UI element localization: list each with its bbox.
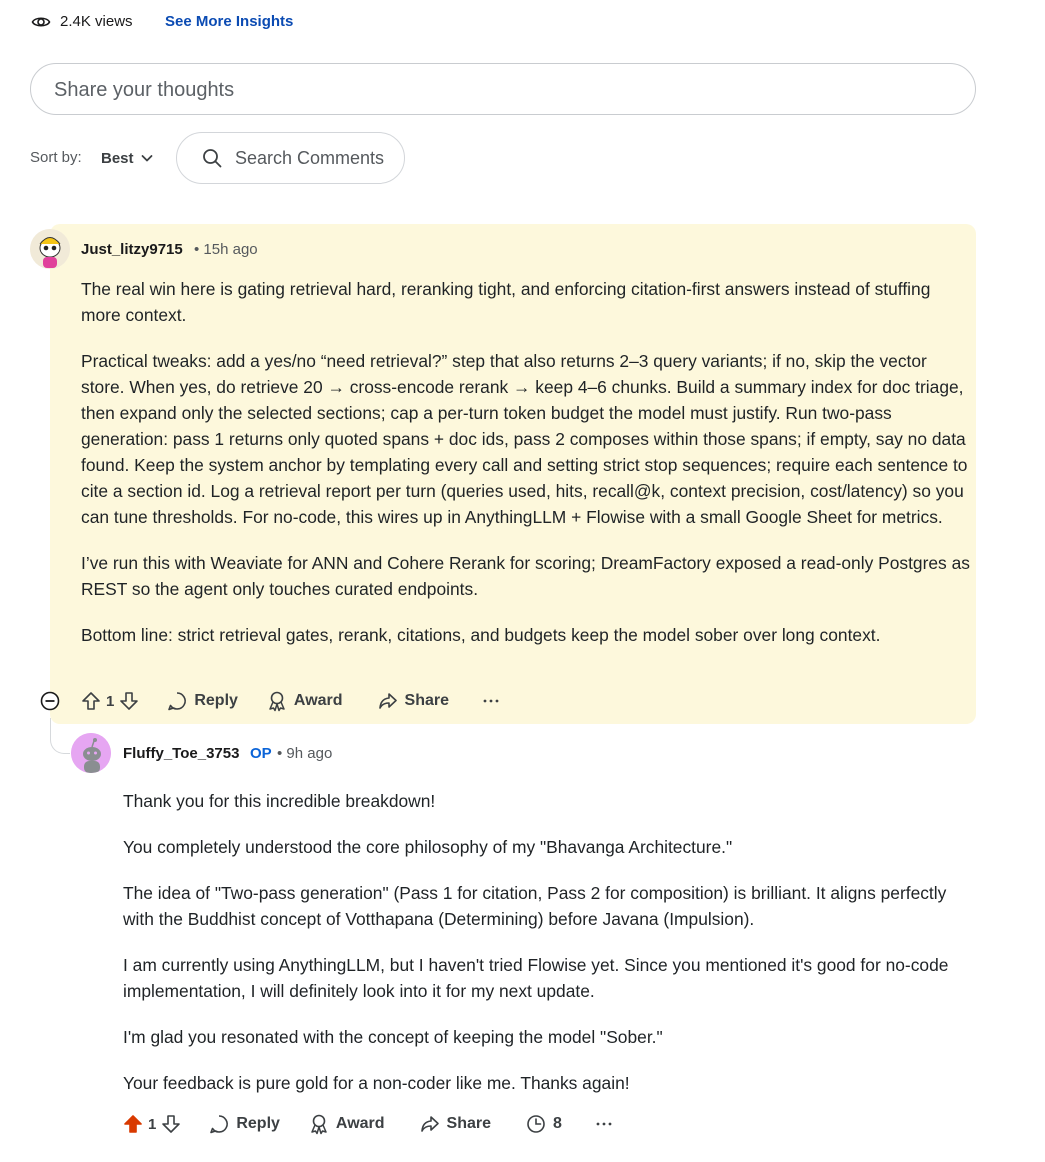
sort-dropdown[interactable]: Best <box>101 146 154 170</box>
comment-timestamp: • 9h ago <box>277 745 333 762</box>
award-icon <box>308 1113 330 1135</box>
comment-actions: 1 Reply Award Share <box>40 685 499 717</box>
more-icon[interactable] <box>483 698 499 704</box>
comment-body: Thank you for this incredible breakdown!… <box>123 788 963 1116</box>
comment-paragraph: Your feedback is pure gold for a non-cod… <box>123 1073 630 1093</box>
share-icon <box>419 1113 441 1135</box>
search-comments-box[interactable] <box>176 132 407 184</box>
comment-paragraph: The idea of "Two-pass generation" (Pass … <box>123 883 947 929</box>
op-badge: OP <box>250 745 272 762</box>
view-count: 2.4K views <box>60 13 133 30</box>
upvote-icon[interactable] <box>122 1113 144 1135</box>
share-label: Share <box>404 692 449 709</box>
sort-value: Best <box>101 149 134 167</box>
insights-button[interactable]: 8 <box>525 1113 562 1135</box>
search-comments-input[interactable] <box>233 146 407 170</box>
insights-count: 8 <box>553 1115 562 1132</box>
comment-input[interactable] <box>52 64 956 116</box>
share-label: Share <box>446 1115 491 1132</box>
comment-paragraph: Practical tweaks: add a yes/no “need ret… <box>81 351 968 527</box>
vote-count: 1 <box>148 1115 157 1133</box>
award-icon <box>266 690 288 712</box>
comment-paragraph: I’ve run this with Weaviate for ANN and … <box>81 553 970 599</box>
chevron-down-icon <box>140 151 154 165</box>
reply-button[interactable]: Reply <box>208 1113 280 1135</box>
reply-icon <box>208 1113 230 1135</box>
collapse-icon[interactable] <box>40 691 60 711</box>
thread-connector <box>50 718 70 754</box>
award-button[interactable]: Award <box>308 1113 385 1135</box>
comment-actions: 1 Reply Award Share 8 <box>122 1108 612 1140</box>
sort-label: Sort by: <box>30 149 82 166</box>
upvote-icon[interactable] <box>80 690 102 712</box>
reply-button[interactable]: Reply <box>166 690 238 712</box>
reply-icon <box>166 690 188 712</box>
award-label: Award <box>293 692 343 709</box>
award-button[interactable]: Award <box>266 690 343 712</box>
search-icon <box>201 147 223 169</box>
comment-paragraph: Bottom line: strict retrieval gates, rer… <box>81 625 881 645</box>
comment-paragraph: The real win here is gating retrieval ha… <box>81 279 931 325</box>
insights-icon <box>525 1113 547 1135</box>
comment-paragraph: You completely understood the core philo… <box>123 837 733 857</box>
downvote-icon[interactable] <box>160 1113 182 1135</box>
share-icon <box>377 690 399 712</box>
comment-composer[interactable] <box>30 63 976 116</box>
see-more-insights-link[interactable]: See More Insights <box>165 12 293 32</box>
comment-paragraph: I am currently using AnythingLLM, but I … <box>123 955 949 1001</box>
share-button[interactable]: Share <box>419 1113 491 1135</box>
comment-body: The real win here is gating retrieval ha… <box>81 276 971 668</box>
reply-label: Reply <box>236 1115 280 1132</box>
comment-author[interactable]: Just_litzy9715 <box>81 240 183 260</box>
vote-count: 1 <box>106 692 115 710</box>
eye-icon <box>31 12 51 32</box>
more-icon[interactable] <box>596 1121 612 1127</box>
avatar[interactable] <box>30 229 70 269</box>
comment-author[interactable]: Fluffy_Toe_3753 <box>123 744 239 764</box>
comment-paragraph: Thank you for this incredible breakdown! <box>123 791 436 811</box>
award-label: Award <box>335 1115 385 1132</box>
comment-paragraph: I'm glad you resonated with the concept … <box>123 1027 663 1047</box>
comment-timestamp: • 15h ago <box>194 241 258 258</box>
reply-label: Reply <box>194 692 238 709</box>
share-button[interactable]: Share <box>377 690 449 712</box>
downvote-icon[interactable] <box>118 690 140 712</box>
avatar[interactable] <box>71 733 111 773</box>
